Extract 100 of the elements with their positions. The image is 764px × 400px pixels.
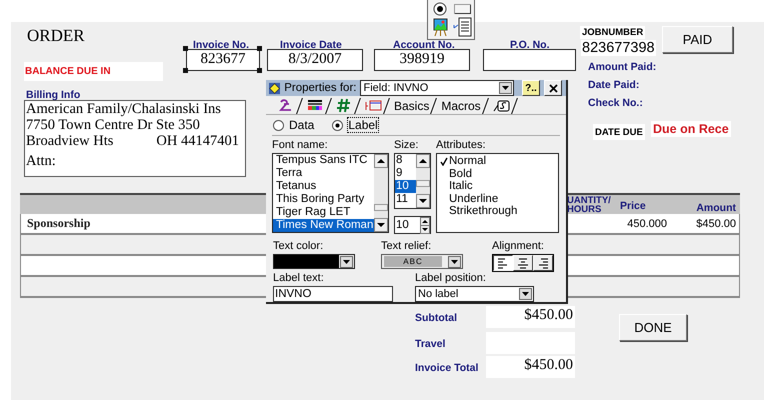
input-field[interactable] bbox=[483, 49, 576, 71]
attribute-option[interactable]: Bold bbox=[449, 168, 472, 180]
address-city: Broadview Hts bbox=[26, 133, 114, 149]
billing-label: Billing Info bbox=[26, 89, 80, 101]
table-cell-text: Sponsorship bbox=[26, 216, 90, 230]
table-cell-text: 450.000 bbox=[626, 218, 668, 230]
diamond-icon bbox=[269, 80, 280, 96]
address-state-zip: OH 44147401 bbox=[156, 133, 239, 149]
border-icon[interactable] bbox=[365, 98, 382, 113]
input-field[interactable]: 8/3/2007 bbox=[267, 49, 363, 71]
column-header: Price bbox=[619, 199, 647, 214]
text-color-dropdown[interactable] bbox=[273, 254, 355, 269]
list-item[interactable]: Tetanus bbox=[273, 180, 374, 193]
font-name-label: Font name: bbox=[272, 139, 329, 152]
column-header: UANTITY/ HOURS bbox=[567, 195, 612, 214]
label-text-label: Label text: bbox=[273, 272, 325, 285]
balance-label: BALANCE DUE IN bbox=[24, 62, 163, 81]
total-label: Invoice Total bbox=[415, 362, 478, 374]
align-center-button[interactable] bbox=[513, 255, 533, 271]
total-value: $450.00 bbox=[486, 356, 575, 378]
radio-label[interactable]: Label bbox=[348, 118, 378, 132]
help-button[interactable]: ?.. bbox=[522, 80, 540, 96]
align-center-icon[interactable] bbox=[516, 256, 530, 270]
close-button[interactable] bbox=[544, 80, 562, 96]
radio-button[interactable] bbox=[332, 120, 344, 130]
list-item[interactable]: This Boring Party bbox=[273, 193, 374, 206]
selection-handle[interactable] bbox=[183, 68, 188, 73]
align-right-icon[interactable] bbox=[536, 256, 550, 270]
payment-label: Check No.: bbox=[588, 97, 643, 109]
close-icon[interactable] bbox=[548, 84, 558, 92]
field-label: P.O. No. bbox=[510, 39, 550, 51]
label-position-label: Label position: bbox=[415, 272, 487, 285]
radio-tool-icon[interactable] bbox=[433, 2, 447, 16]
script-icon[interactable] bbox=[492, 98, 510, 113]
attribute-option[interactable]: Italic bbox=[449, 180, 473, 192]
list-item[interactable]: Terra bbox=[273, 167, 374, 180]
selection-handle[interactable] bbox=[257, 68, 262, 73]
label-position-dropdown[interactable]: No label bbox=[415, 286, 534, 302]
field-label: Invoice No. bbox=[193, 39, 250, 51]
job-number: 823677398 bbox=[581, 40, 656, 56]
input-field[interactable]: 823677 bbox=[186, 49, 260, 71]
color-bars-icon[interactable] bbox=[307, 98, 324, 113]
text-color-label: Text color: bbox=[273, 240, 324, 253]
field-label: Account No. bbox=[393, 39, 455, 51]
align-right-button[interactable] bbox=[533, 255, 553, 271]
selection-handle[interactable] bbox=[183, 46, 188, 51]
list-item[interactable]: 11 bbox=[395, 193, 416, 206]
job-number-label: JOBNUMBER bbox=[580, 26, 646, 39]
list-item[interactable]: Times New Roman bbox=[273, 219, 374, 232]
text-relief-label: Text relief: bbox=[381, 240, 432, 253]
payment-label: Date Paid: bbox=[588, 79, 640, 91]
check-mark[interactable] bbox=[440, 156, 449, 166]
dialog-tab[interactable]: Basics bbox=[394, 97, 430, 114]
size-spinner[interactable]: 10 bbox=[394, 216, 431, 234]
attribute-option[interactable]: Normal bbox=[449, 155, 486, 168]
font-list[interactable]: Tempus Sans ITC Terra Tetanus This Boring Party Tiger Rag LET Times New Roman bbox=[272, 153, 389, 233]
radio-button[interactable] bbox=[273, 120, 284, 130]
paid-button[interactable]: PAID bbox=[662, 26, 733, 53]
attribute-option[interactable]: Underline bbox=[449, 192, 498, 205]
payment-label: Amount Paid: bbox=[588, 61, 656, 73]
attn-label: Attn: bbox=[26, 153, 57, 169]
dialog-tab[interactable]: Macros bbox=[441, 97, 481, 114]
attributes-list[interactable]: Normal Bold Italic Underline Strikethrough bbox=[436, 153, 559, 233]
list-item[interactable]: 10 bbox=[395, 180, 416, 193]
field-label: Invoice Date bbox=[280, 39, 342, 51]
size-list[interactable]: 8 9 10 11 bbox=[394, 153, 431, 209]
alignment-label: Alignment: bbox=[492, 240, 545, 253]
radio-label[interactable]: Data bbox=[289, 118, 314, 132]
list-item[interactable]: 9 bbox=[395, 167, 416, 180]
list-item[interactable]: Tiger Rag LET bbox=[273, 206, 374, 219]
address-line: 7750 Town Centre Dr Ste 350 bbox=[26, 117, 201, 133]
list-item[interactable]: 8 bbox=[395, 154, 416, 167]
attribute-option[interactable]: Strikethrough bbox=[449, 205, 518, 218]
scrollbar[interactable] bbox=[374, 154, 388, 232]
selection-handle[interactable] bbox=[257, 46, 262, 51]
relief-sample: ABC bbox=[384, 256, 442, 267]
total-value: $450.00 bbox=[486, 306, 575, 328]
align-left-icon[interactable] bbox=[496, 256, 510, 270]
target-dropdown[interactable]: Field: INVNO bbox=[360, 80, 514, 96]
spin-arrows-icon[interactable] bbox=[420, 216, 430, 234]
list-item[interactable]: Tempus Sans ITC bbox=[273, 154, 374, 167]
size-label: Size: bbox=[394, 139, 420, 152]
date-due-value: Due on Rece bbox=[651, 121, 731, 137]
total-label: Travel bbox=[415, 338, 446, 350]
text-relief-dropdown[interactable]: ABC bbox=[381, 254, 463, 269]
address-line: American Family/Chalasinski Ins bbox=[26, 101, 222, 117]
button-tool-icon[interactable] bbox=[454, 4, 470, 14]
table-cell-text: $450.00 bbox=[695, 218, 737, 230]
list-tool-icon[interactable] bbox=[452, 16, 472, 38]
input-field[interactable]: 398919 bbox=[374, 49, 470, 71]
total-label: Subtotal bbox=[415, 312, 457, 324]
hash-icon[interactable] bbox=[336, 98, 353, 113]
form-title: ORDER bbox=[27, 26, 85, 46]
align-left-button[interactable] bbox=[493, 255, 513, 271]
date-due-label: DATE DUE bbox=[593, 124, 645, 140]
dialog-title: Properties for: bbox=[284, 82, 356, 94]
picture-tool-icon[interactable] bbox=[432, 17, 448, 37]
scrollbar[interactable] bbox=[416, 154, 430, 208]
done-button[interactable]: DONE bbox=[619, 314, 687, 341]
label-text-field[interactable]: INVNO bbox=[273, 286, 393, 302]
